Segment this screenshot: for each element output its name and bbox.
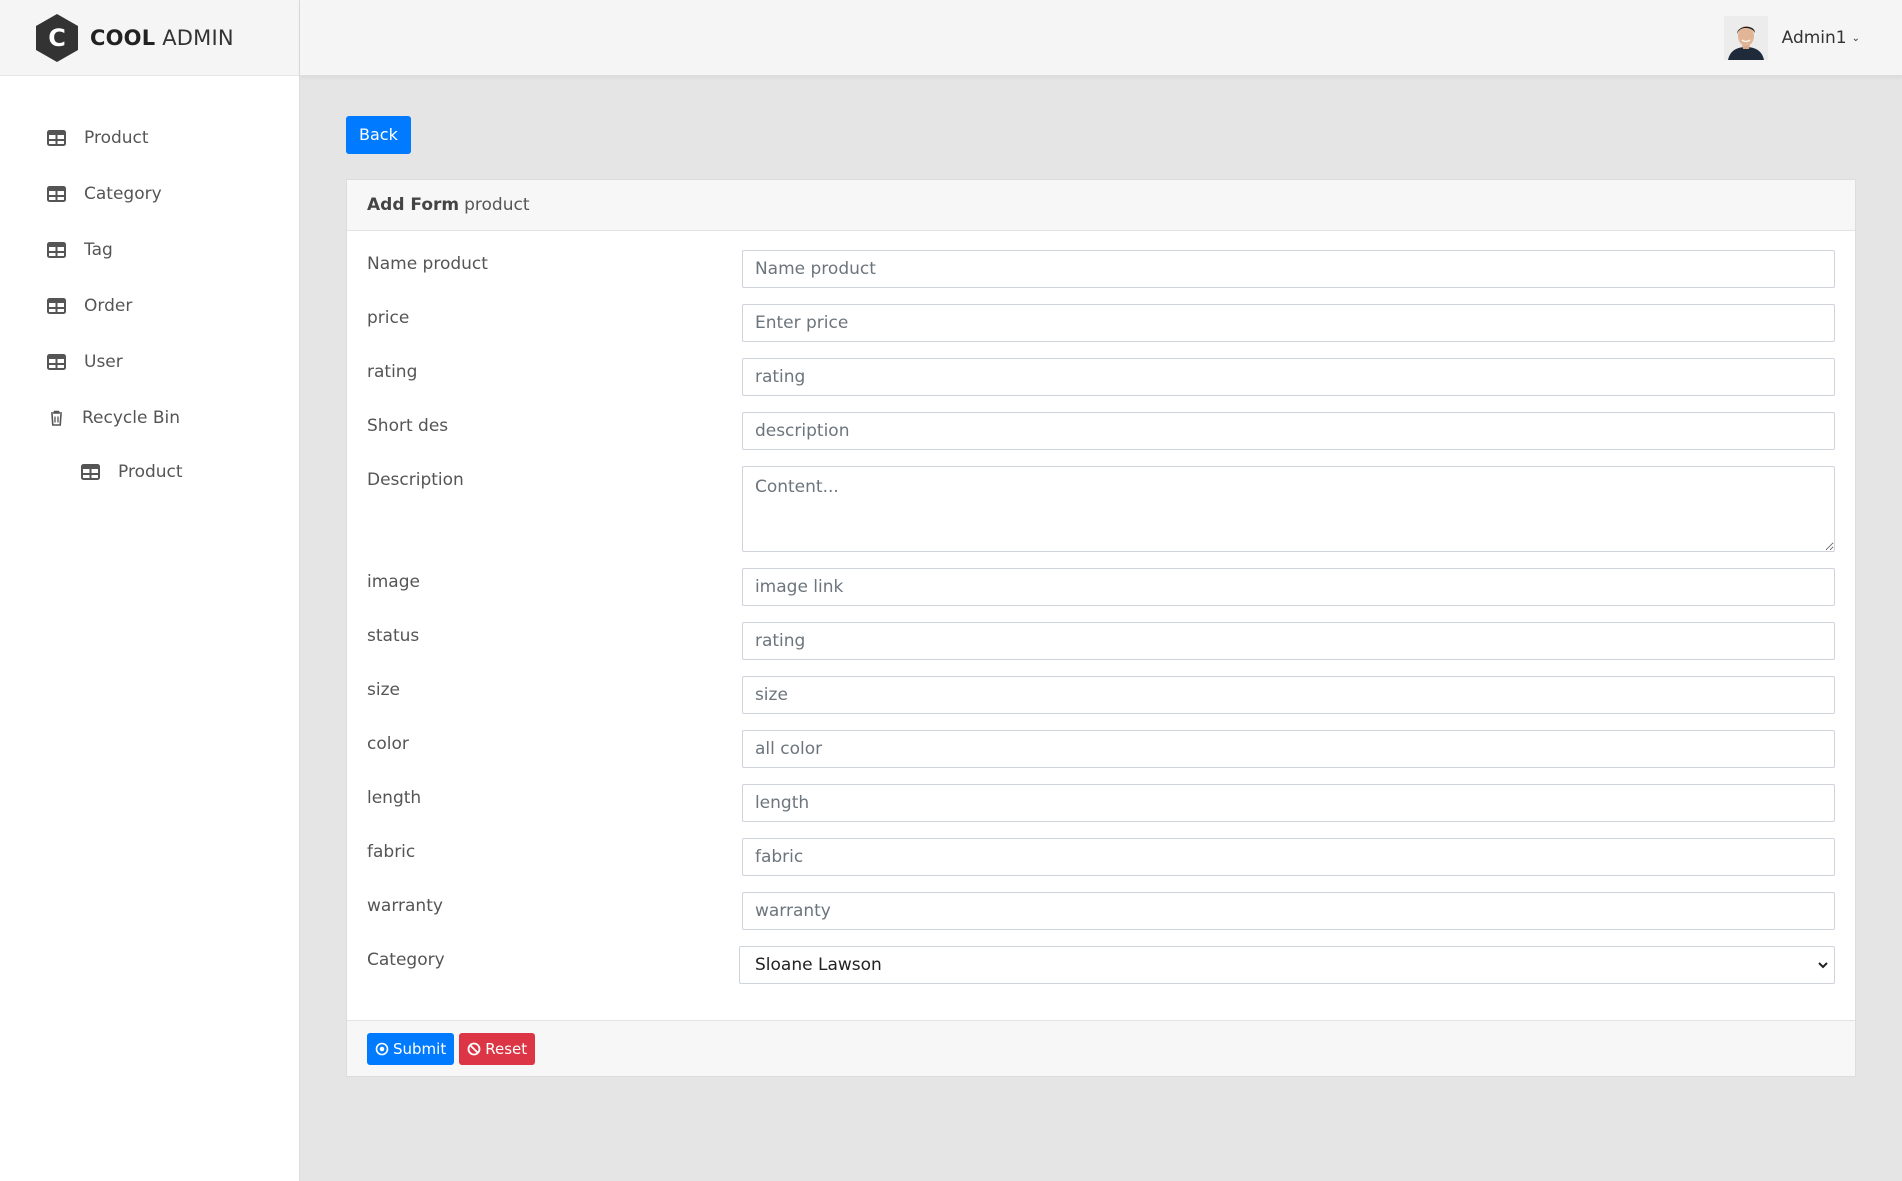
fabric-label: fabric xyxy=(367,842,416,862)
form-row: image xyxy=(367,568,1835,606)
warranty-input[interactable] xyxy=(741,892,1835,930)
form-row: price xyxy=(367,304,1835,342)
sidebar-item-tag[interactable]: Tag xyxy=(0,222,299,278)
color-input[interactable] xyxy=(741,730,1835,768)
category-select[interactable]: Sloane Lawson xyxy=(739,946,1835,984)
image-label: image xyxy=(367,572,420,592)
back-button[interactable]: Back xyxy=(346,116,411,154)
sidebar-menu: Product Category Tag Order User Recycle … xyxy=(0,76,299,498)
sidebar-item-label: Order xyxy=(84,296,133,316)
account-name: Admin1 xyxy=(1781,28,1847,48)
length-input[interactable] xyxy=(741,784,1835,822)
short-des-label: Short des xyxy=(367,416,449,436)
sidebar-item-product[interactable]: Product xyxy=(0,110,299,166)
reset-button[interactable]: Reset xyxy=(459,1032,536,1065)
card-header: Add Form product xyxy=(347,180,1855,231)
category-select-value[interactable]: Sloane Lawson xyxy=(739,946,1835,984)
sidebar-item-recycle-bin[interactable]: Recycle Bin xyxy=(0,390,299,446)
form-row: fabric xyxy=(367,838,1835,876)
sidebar-item-label: User xyxy=(84,352,123,372)
description-textarea[interactable] xyxy=(741,466,1835,552)
form-row: status xyxy=(367,622,1835,660)
table-icon xyxy=(47,186,66,202)
table-icon xyxy=(81,464,100,480)
rating-input[interactable] xyxy=(741,358,1835,396)
name-product-label: Name product xyxy=(367,254,488,274)
price-input[interactable] xyxy=(741,304,1835,342)
chevron-down-icon: ⌄ xyxy=(1851,32,1860,44)
logo-hex-icon: C xyxy=(36,13,78,62)
sidebar-item-recycle-product[interactable]: Product xyxy=(0,446,299,498)
sidebar-item-category[interactable]: Category xyxy=(0,166,299,222)
form-row: length xyxy=(367,784,1835,822)
trash-icon xyxy=(51,410,62,426)
sidebar-item-label: Product xyxy=(84,128,149,148)
sidebar: C COOL ADMIN Product Category Tag Order … xyxy=(0,0,300,1181)
sidebar-item-label: Tag xyxy=(84,240,113,260)
category-label: Category xyxy=(367,950,445,970)
sidebar-item-user[interactable]: User xyxy=(0,334,299,390)
form-row: size xyxy=(367,676,1835,714)
length-label: length xyxy=(367,788,422,808)
form-row: color xyxy=(367,730,1835,768)
price-label: price xyxy=(367,308,410,328)
short-des-input[interactable] xyxy=(741,412,1835,450)
table-icon xyxy=(47,130,66,146)
status-input[interactable] xyxy=(741,622,1835,660)
top-header: Admin1 ⌄ xyxy=(300,0,1902,76)
ban-icon xyxy=(467,1042,481,1055)
description-label: Description xyxy=(367,470,464,490)
sidebar-item-order[interactable]: Order xyxy=(0,278,299,334)
chevron-down-icon xyxy=(1818,962,1828,969)
sidebar-item-label: Category xyxy=(84,184,162,204)
image-input[interactable] xyxy=(741,568,1835,606)
sidebar-item-label: Product xyxy=(118,462,183,482)
color-label: color xyxy=(367,734,409,754)
warranty-label: warranty xyxy=(367,896,443,916)
form-row: Short des xyxy=(367,412,1835,450)
form-row: Category Sloane Lawson xyxy=(367,946,1835,984)
logo[interactable]: C COOL ADMIN xyxy=(0,0,299,76)
status-label: status xyxy=(367,626,420,646)
logo-text: COOL ADMIN xyxy=(90,25,234,50)
sidebar-item-label: Recycle Bin xyxy=(82,408,181,428)
size-input[interactable] xyxy=(741,676,1835,714)
svg-text:C: C xyxy=(48,24,66,52)
form-row: Name product xyxy=(367,250,1835,288)
card-title-rest: product xyxy=(464,195,530,215)
add-product-card: Add Form product Name product price rati… xyxy=(346,179,1856,1077)
form-row: rating xyxy=(367,358,1835,396)
avatar xyxy=(1723,16,1768,60)
account-menu[interactable]: Admin1 ⌄ xyxy=(1723,16,1860,60)
form-row: warranty xyxy=(367,892,1835,930)
name-product-input[interactable] xyxy=(741,250,1835,288)
fabric-input[interactable] xyxy=(741,838,1835,876)
table-icon xyxy=(47,242,66,258)
form-body: Name product price rating Short des Desc… xyxy=(347,231,1855,1020)
card-footer: Submit Reset xyxy=(347,1020,1855,1076)
table-icon xyxy=(47,354,66,370)
reset-label: Reset xyxy=(485,1039,528,1058)
size-label: size xyxy=(367,680,400,700)
table-icon xyxy=(47,298,66,314)
submit-button[interactable]: Submit xyxy=(367,1032,455,1065)
submit-label: Submit xyxy=(393,1039,447,1058)
main-content: Back Add Form product Name product price… xyxy=(346,116,1856,1077)
rating-label: rating xyxy=(367,362,418,382)
dot-circle-icon xyxy=(375,1042,389,1055)
form-row: Description xyxy=(367,466,1835,552)
card-title-bold: Add Form xyxy=(367,195,460,215)
